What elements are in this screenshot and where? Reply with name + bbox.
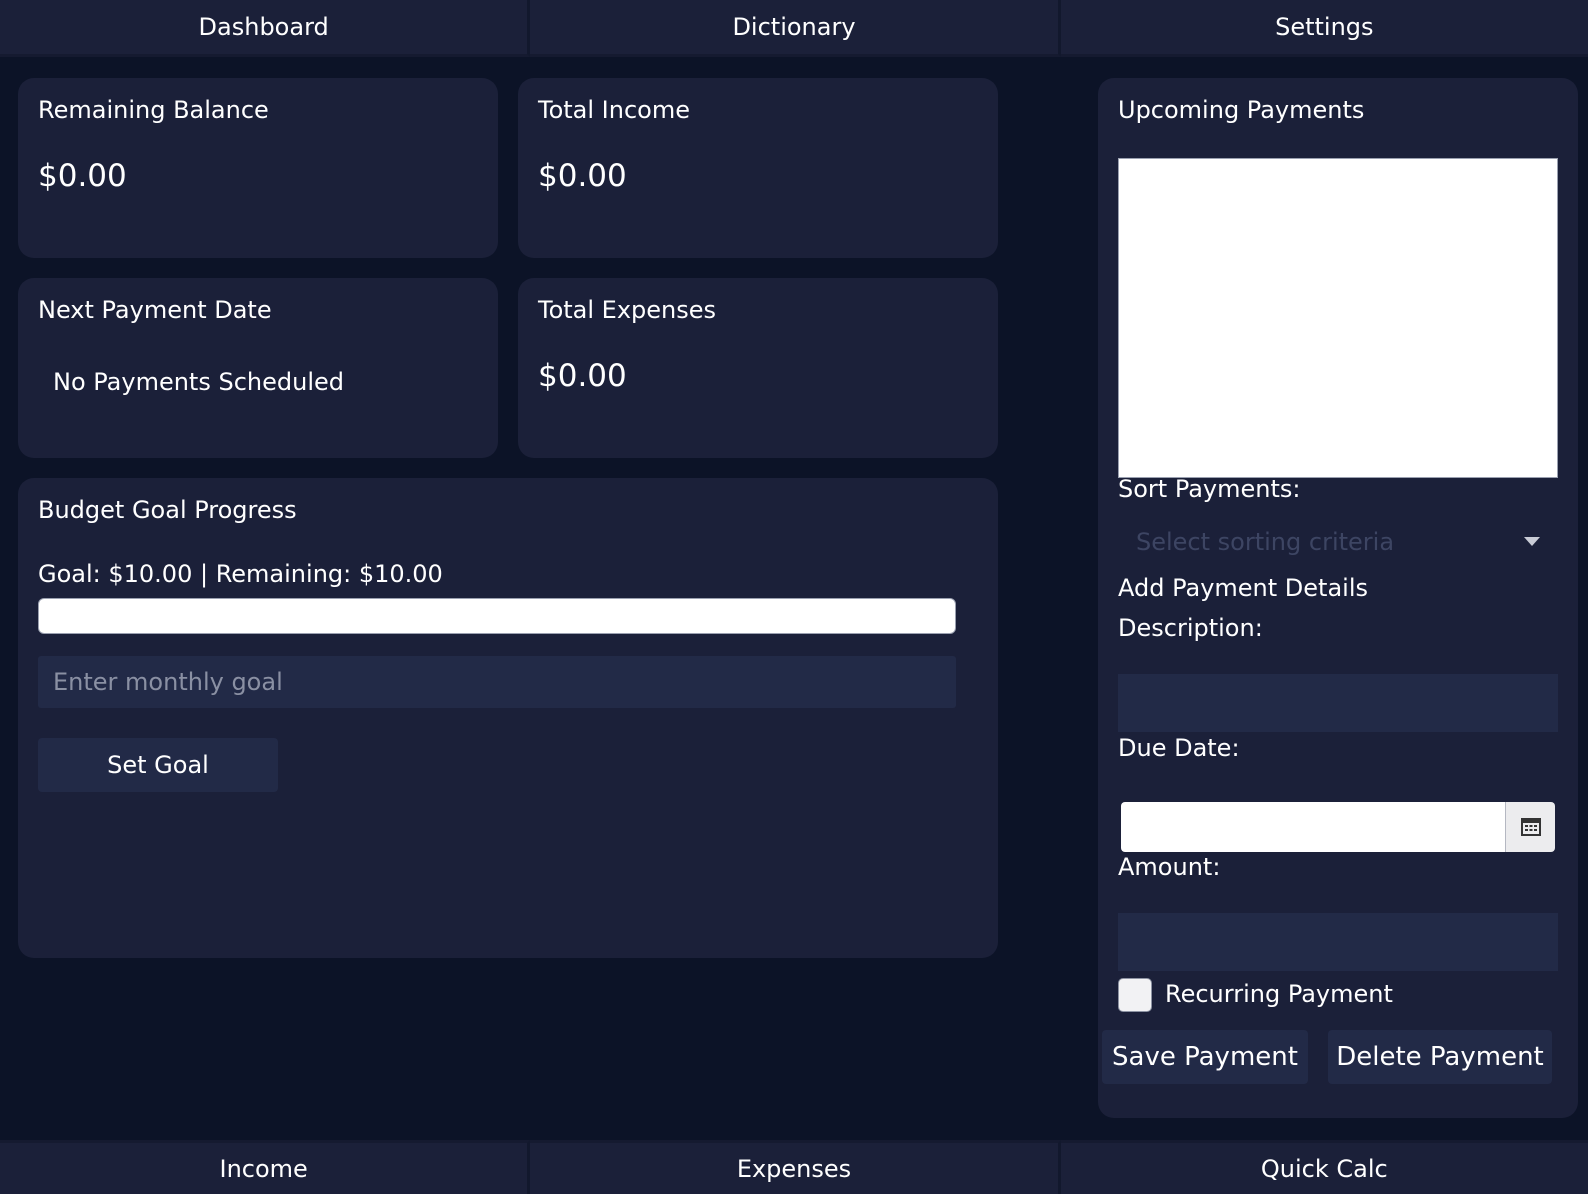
total-expenses-card: Total Expenses $0.00 xyxy=(518,278,998,458)
payments-list[interactable] xyxy=(1118,158,1558,478)
tab-dictionary[interactable]: Dictionary xyxy=(530,0,1061,57)
next-payment-card: Next Payment Date No Payments Scheduled xyxy=(18,278,498,458)
chevron-down-icon xyxy=(1524,537,1540,546)
monthly-goal-input[interactable] xyxy=(38,656,956,708)
amount-field[interactable] xyxy=(1118,913,1558,971)
tab-dashboard[interactable]: Dashboard xyxy=(0,0,531,57)
recurring-label: Recurring Payment xyxy=(1165,980,1393,1008)
save-payment-button[interactable]: Save Payment xyxy=(1102,1030,1308,1084)
due-date-label: Due Date: xyxy=(1118,734,1240,762)
set-goal-button[interactable]: Set Goal xyxy=(38,738,278,792)
tab-income[interactable]: Income xyxy=(0,1140,531,1194)
top-nav: Dashboard Dictionary Settings xyxy=(0,0,1588,57)
total-expenses-value: $0.00 xyxy=(538,358,627,394)
remaining-balance-title: Remaining Balance xyxy=(38,96,269,124)
calendar-button[interactable] xyxy=(1505,802,1555,852)
budget-goal-card: Budget Goal Progress Goal: $10.00 | Rema… xyxy=(18,478,998,958)
total-expenses-title: Total Expenses xyxy=(538,296,717,324)
tab-quick-calc[interactable]: Quick Calc xyxy=(1060,1140,1588,1194)
sort-payments-label: Sort Payments: xyxy=(1118,475,1301,503)
tab-expenses[interactable]: Expenses xyxy=(530,1140,1061,1194)
total-income-title: Total Income xyxy=(538,96,690,124)
remaining-balance-card: Remaining Balance $0.00 xyxy=(18,78,498,258)
description-label: Description: xyxy=(1118,614,1263,642)
upcoming-payments-title: Upcoming Payments xyxy=(1118,96,1365,124)
delete-payment-button[interactable]: Delete Payment xyxy=(1328,1030,1552,1084)
recurring-checkbox[interactable] xyxy=(1118,978,1152,1012)
sort-payments-select[interactable]: Select sorting criteria xyxy=(1118,518,1558,564)
budget-goal-title: Budget Goal Progress xyxy=(38,496,297,524)
total-income-value: $0.00 xyxy=(538,158,627,194)
amount-label: Amount: xyxy=(1118,853,1221,881)
add-payment-title: Add Payment Details xyxy=(1118,574,1368,602)
total-income-card: Total Income $0.00 xyxy=(518,78,998,258)
tab-settings[interactable]: Settings xyxy=(1060,0,1588,57)
budget-progress-bar xyxy=(38,598,956,634)
next-payment-title: Next Payment Date xyxy=(38,296,272,324)
sort-placeholder: Select sorting criteria xyxy=(1136,528,1395,556)
upcoming-payments-panel: Upcoming Payments Sort Payments: Select … xyxy=(1098,78,1578,1118)
calendar-icon xyxy=(1520,818,1541,836)
remaining-balance-value: $0.00 xyxy=(38,158,127,194)
description-field[interactable] xyxy=(1118,674,1558,732)
budget-goal-status: Goal: $10.00 | Remaining: $10.00 xyxy=(38,560,443,588)
due-date-field[interactable] xyxy=(1121,802,1505,852)
bottom-nav: Income Expenses Quick Calc xyxy=(0,1140,1588,1194)
next-payment-value: No Payments Scheduled xyxy=(53,368,344,396)
due-date-picker xyxy=(1121,802,1555,852)
